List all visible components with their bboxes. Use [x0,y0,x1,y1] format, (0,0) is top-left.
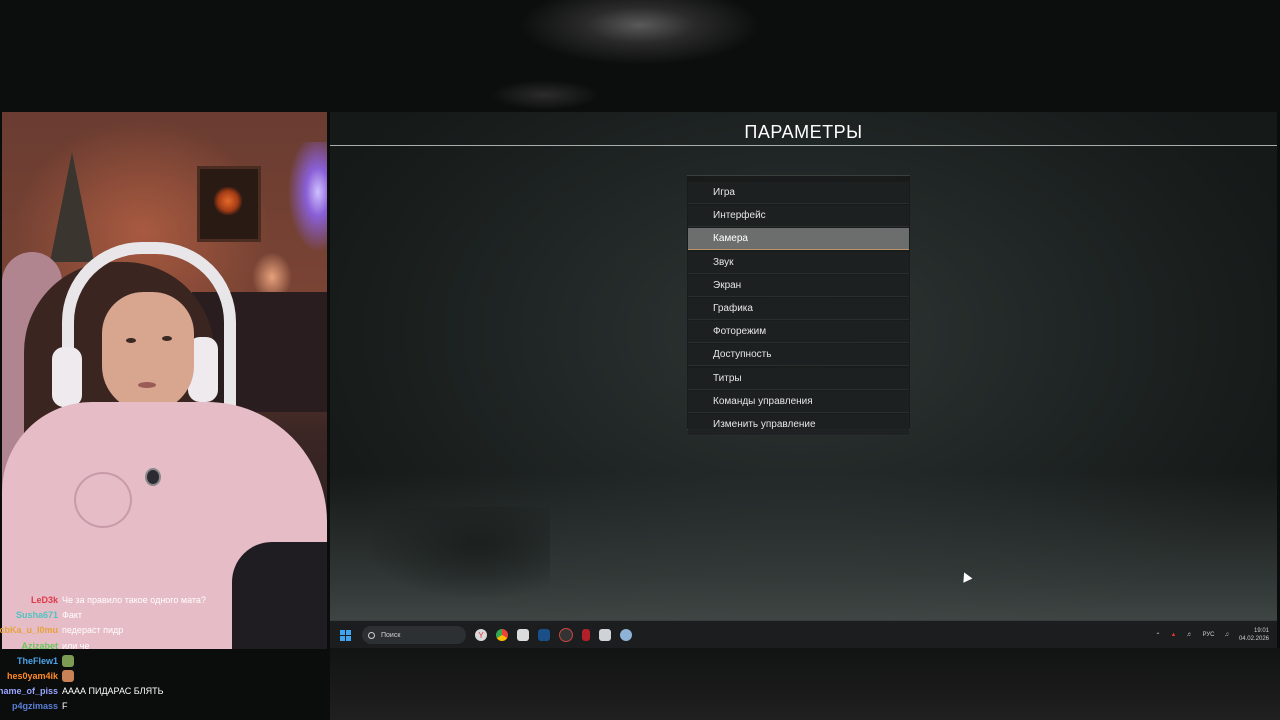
menu-item-2[interactable]: Камера [688,228,909,251]
webcam-overlay [2,112,327,649]
system-tray: ⌃ ▲ ♬ РУС ♫ 19:01 04.02.2026 [1145,627,1269,643]
menu-item-3[interactable]: Звук [688,251,909,274]
tray-clock[interactable]: 19:01 04.02.2026 [1239,627,1269,643]
stack-icon[interactable] [517,629,529,641]
obs-icon[interactable] [559,628,573,642]
menu-item-1[interactable]: Интерфейс [688,205,909,228]
search-input[interactable]: Поиск [362,626,466,644]
search-icon [368,631,375,639]
chat-username[interactable]: cbKa_u_l0mu [0,623,62,638]
blurred-background-top [0,0,1280,112]
settings-icon[interactable] [620,629,632,641]
wall-picture [197,166,261,242]
tray-chevron-icon[interactable]: ⌃ [1155,632,1160,639]
chat-message: TheFlew1 [0,654,330,669]
chat-username[interactable]: Susha671 [0,608,62,623]
page-title: ПАРАМЕТРЫ [744,122,863,142]
stream-chat: LeD3k Че за правило такое одного мата? Sus… [0,593,330,720]
chat-username[interactable]: LeD3k [0,593,62,608]
menu-item-7[interactable]: Доступность [688,344,909,367]
menu-item-4[interactable]: Экран [688,274,909,297]
settings-menu: Игра Интерфейс Камера Звук Экран Графика Фотор… [687,175,910,436]
discord-icon[interactable] [599,629,611,641]
chat-message-text: F [62,701,68,712]
chat-message-text: Факт [62,610,83,621]
windows-start-icon[interactable] [340,629,351,641]
tray-date: 04.02.2026 [1238,636,1269,642]
game-window: ПАРАМЕТРЫ Игра Интерфейс Камера Звук Экран Гр… [330,112,1277,620]
chat-emote-icon [62,669,74,682]
chat-message: cbKa_u_l0mu педераст пидр [0,623,330,638]
chat-username[interactable]: Azizabet [0,639,62,654]
chat-username[interactable]: p4gzimass [0,699,62,714]
streamer-face [102,292,194,412]
chat-username[interactable]: name_of_piss [0,684,62,699]
chat-message: Azizabet или че [0,639,330,654]
tray-speaker-icon[interactable]: ♫ [1224,632,1229,638]
chat-username[interactable]: hes0yam4ik [0,669,62,684]
yandex-icon[interactable]: Y [475,629,487,641]
chat-message-text: АААА ПИДАРАС БЛЯТЬ [62,686,164,697]
chat-message-text: педераст пидр [62,625,124,636]
menu-item-10[interactable]: Изменить управление [688,413,909,436]
sweater-logo [74,472,132,528]
chat-message: hes0yam4ik [0,669,330,684]
menu-item-5[interactable]: Графика [688,297,909,320]
sweater-pin [145,468,161,486]
tree-decoration [50,152,94,262]
chat-message: name_of_piss АААА ПИДАРАС БЛЯТЬ [0,684,330,699]
blurred-background-bottom [330,648,1280,720]
chat-message: LeD3k Че за правило такое одного мата? [0,593,330,608]
chat-message-text: или че [62,640,90,651]
menu-item-9[interactable]: Команды управления [688,390,909,413]
tray-language[interactable]: РУС [1202,632,1214,638]
chat-message-text: Че за правило такое одного мата? [62,595,206,605]
title-divider [330,145,1277,146]
tray-time: 19:01 [1253,628,1269,634]
chat-message: p4gzimass F [0,699,330,714]
search-placeholder: Поиск [381,631,401,639]
chat-emote-icon [62,654,74,667]
chat-username[interactable]: TheFlew1 [0,654,62,669]
tray-warning-icon[interactable]: ▲ [1171,632,1177,638]
chat-message: Susha671 Факт [0,608,330,623]
chrome-icon[interactable] [496,629,508,641]
steam-icon[interactable] [538,629,550,641]
windows-taskbar: Поиск Y ⌃ ▲ ♬ РУС ♫ 19:01 04.02.2026 [330,620,1277,649]
menu-item-8[interactable]: Титры [688,367,909,390]
menu-item-6[interactable]: Фоторежим [688,321,909,344]
red-app-icon[interactable] [582,629,590,641]
menu-item-0[interactable]: Игра [688,182,909,204]
tray-audio-icon[interactable]: ♬ [1186,632,1192,638]
